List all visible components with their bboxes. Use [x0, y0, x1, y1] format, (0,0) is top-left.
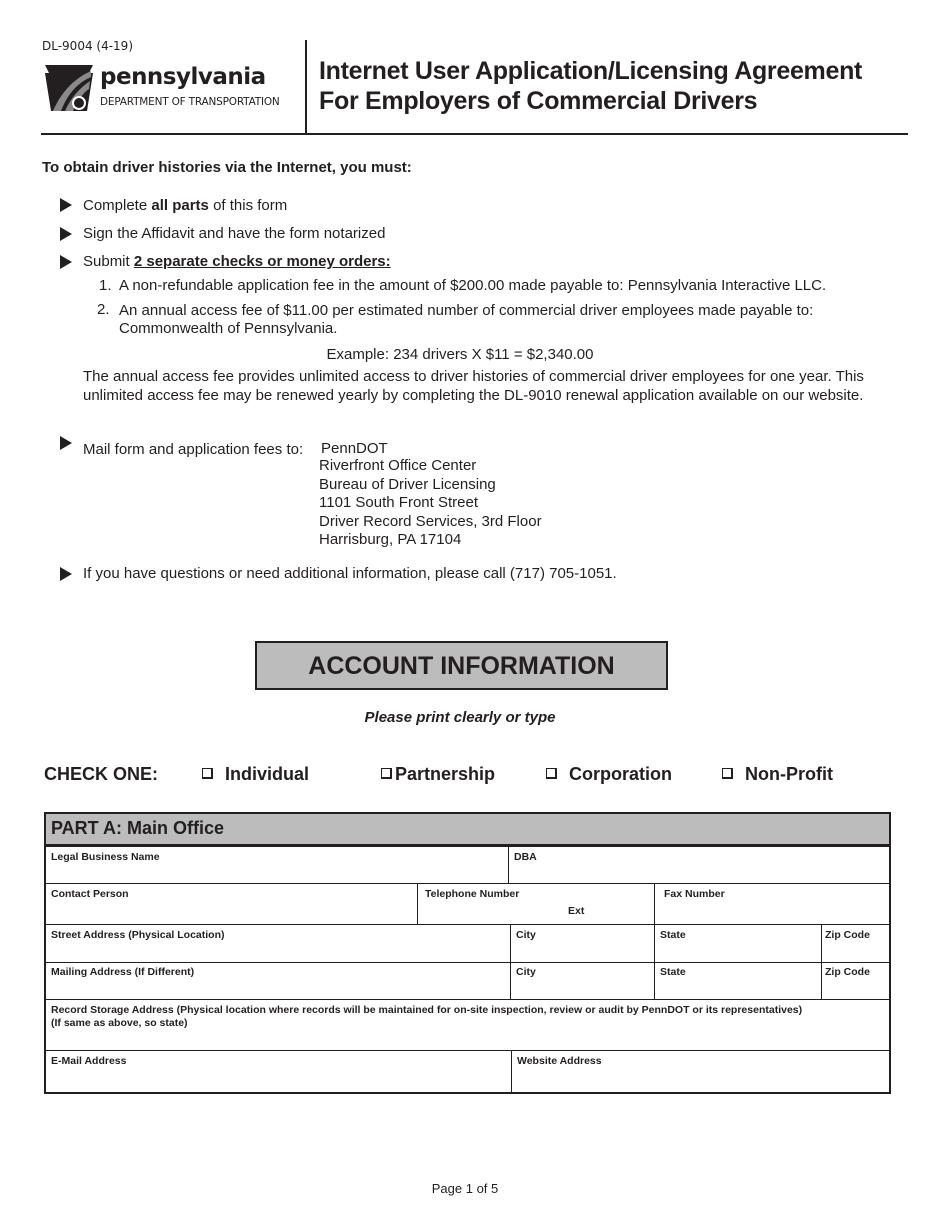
option-non-profit[interactable]: Non-Profit — [722, 764, 833, 785]
field-label: State — [660, 929, 686, 941]
option-label: Non-Profit — [745, 764, 833, 784]
field-label: Record Storage Address (Physical locatio… — [51, 1004, 803, 1016]
title-line-2: For Employers of Commercial Drivers — [319, 87, 758, 115]
field-label: DBA — [514, 851, 537, 863]
field-dba[interactable]: DBA — [509, 847, 889, 884]
field-mailing-city[interactable]: City — [511, 963, 655, 1000]
part-a-main-office: PART A: Main Office Legal Business Name … — [44, 812, 891, 1094]
instruction-submit-checks: Submit 2 separate checks or money orders… — [83, 253, 391, 270]
field-label: State — [660, 966, 686, 978]
field-website-address[interactable]: Website Address — [512, 1051, 889, 1092]
field-label: E-Mail Address — [51, 1055, 127, 1067]
field-label: Contact Person — [51, 888, 129, 900]
account-information-heading: ACCOUNT INFORMATION — [255, 641, 668, 690]
field-zip-code[interactable]: Zip Code — [822, 925, 889, 963]
text-bold: all parts — [151, 197, 209, 214]
field-label: Zip Code — [825, 929, 870, 941]
field-telephone-number[interactable]: Telephone Number Ext — [418, 884, 655, 925]
field-record-storage-address[interactable]: Record Storage Address (Physical locatio… — [46, 1000, 889, 1051]
fee-annual-access: An annual access fee of $11.00 per estim… — [119, 302, 814, 337]
option-label: Individual — [225, 764, 310, 784]
fee-number: 1. — [99, 277, 112, 294]
field-state[interactable]: State — [655, 925, 822, 963]
option-label: Corporation — [569, 764, 672, 784]
header-divider-vertical — [305, 40, 307, 134]
option-label: Partnership — [395, 764, 496, 784]
address-line: Riverfront Office Center — [319, 457, 477, 474]
fee-example: Example: 234 drivers X $11 = $2,340.00 — [326, 346, 594, 363]
mailing-address: PennDOT Riverfront Office Center Bureau … — [319, 441, 542, 550]
address-line: Driver Record Services, 3rd Floor — [319, 512, 542, 530]
address-line: 1101 South Front Street — [319, 494, 478, 511]
checkbox-icon[interactable] — [722, 768, 733, 779]
print-note: Please print clearly or type — [364, 709, 556, 726]
page-number: Page 1 of 5 — [431, 1181, 499, 1196]
logo-department: DEPARTMENT OF TRANSPORTATION — [100, 96, 280, 108]
mail-label: Mail form and application fees to: — [83, 441, 304, 458]
checkbox-icon[interactable] — [546, 768, 557, 779]
bullet-arrow-icon — [60, 567, 72, 581]
text: Submit — [83, 253, 134, 270]
part-a-heading: PART A: Main Office — [46, 814, 889, 847]
field-legal-business-name[interactable]: Legal Business Name — [46, 847, 509, 884]
field-label: (If same as above, so state) — [51, 1017, 188, 1029]
bullet-arrow-icon — [60, 198, 72, 212]
option-individual[interactable]: Individual — [202, 764, 309, 785]
field-street-address[interactable]: Street Address (Physical Location) — [46, 925, 511, 963]
text: Complete — [83, 197, 152, 214]
title-line-1: Internet User Application/Licensing Agre… — [319, 57, 863, 85]
logo-name: pennsylvania — [100, 64, 266, 90]
bullet-arrow-icon — [60, 227, 72, 241]
questions-contact: If you have questions or need additional… — [83, 565, 617, 582]
option-partnership[interactable]: Partnership — [381, 764, 495, 785]
field-label: Mailing Address (If Different) — [51, 966, 195, 978]
field-mailing-zip-code[interactable]: Zip Code — [822, 963, 889, 1000]
option-corporation[interactable]: Corporation — [546, 764, 672, 785]
text-bold-underline: 2 separate checks or money orders: — [133, 253, 391, 270]
form-code: DL-9004 (4-19) — [42, 39, 133, 53]
check-one-label: CHECK ONE: — [44, 764, 159, 784]
penndot-logo: pennsylvania DEPARTMENT OF TRANSPORTATIO… — [43, 63, 293, 115]
field-label-ext: Ext — [568, 905, 585, 917]
field-mailing-state[interactable]: State — [655, 963, 822, 1000]
field-label: City — [516, 929, 536, 941]
address-line: PennDOT — [321, 440, 388, 457]
instruction-complete-parts: Complete all parts of this form — [83, 197, 287, 214]
bullet-arrow-icon — [60, 436, 72, 450]
field-label: Street Address (Physical Location) — [51, 929, 225, 941]
field-contact-person[interactable]: Contact Person — [46, 884, 418, 925]
field-label: Legal Business Name — [51, 851, 160, 863]
annual-fee-note: The annual access fee provides unlimited… — [83, 368, 864, 404]
field-mailing-address[interactable]: Mailing Address (If Different) — [46, 963, 511, 1000]
field-label: Fax Number — [664, 888, 725, 900]
checkbox-icon[interactable] — [381, 768, 392, 779]
field-fax-number[interactable]: Fax Number — [655, 884, 889, 925]
page-title: Internet User Application/Licensing Agre… — [319, 56, 862, 116]
address-line: Bureau of Driver Licensing — [319, 475, 496, 493]
keystone-icon — [45, 65, 93, 111]
bullet-arrow-icon — [60, 255, 72, 269]
checkbox-icon[interactable] — [202, 768, 213, 779]
field-email-address[interactable]: E-Mail Address — [46, 1051, 512, 1092]
field-label: Telephone Number — [425, 888, 520, 900]
header-divider-horizontal — [41, 133, 908, 135]
instructions-intro: To obtain driver histories via the Inter… — [42, 159, 412, 176]
fee-number: 2. — [97, 301, 110, 318]
field-label: Website Address — [517, 1055, 602, 1067]
field-label: Zip Code — [825, 966, 870, 978]
text: of this form — [208, 197, 288, 214]
fee-application: A non-refundable application fee in the … — [119, 277, 827, 294]
field-label: City — [516, 966, 536, 978]
field-city[interactable]: City — [511, 925, 655, 963]
address-line: Harrisburg, PA 17104 — [319, 531, 462, 548]
instruction-affidavit: Sign the Affidavit and have the form not… — [83, 225, 386, 242]
